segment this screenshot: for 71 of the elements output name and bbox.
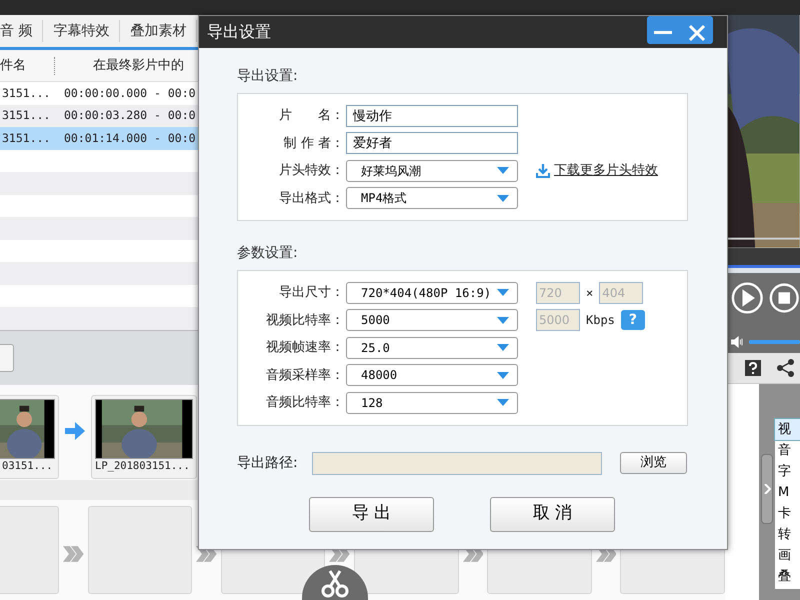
clip-label: 03151... [1,458,54,474]
caret-icon [497,344,509,352]
field-label: 片 名： [278,107,345,125]
dialog-title: 导出设置 [207,21,271,43]
chevron-right-icon [764,484,770,494]
list-item[interactable]: 音 [775,440,800,462]
cancel-button[interactable]: 取 消 [490,496,615,532]
column-header[interactable]: 件名 [0,56,54,76]
text-field[interactable]: 爱好者 [346,132,518,154]
clip-label: LP_201803151... [95,458,191,474]
field-label: 视频比特率： [265,312,345,330]
clip-thumbnail[interactable]: LP_201803151... [91,394,197,478]
table-cell-text: 3151... [1,84,52,102]
close-icon [688,24,706,42]
table-cell-text: 3151... [1,107,52,124]
list-item[interactable]: 叠 [775,566,800,588]
stop-icon [768,281,800,316]
list-item[interactable]: 转 [775,524,800,546]
list-item[interactable]: 视 [775,419,800,440]
volume-icon [731,334,743,349]
field-label: 片头特效： [278,162,345,180]
table-cell: 00:00:03.280 - 00:0 [64,107,196,124]
arrow-icon [65,420,85,442]
dropdown[interactable]: 好莱坞风潮 [346,160,518,182]
caret-icon [497,372,509,379]
browse-button[interactable]: 浏览 [620,452,687,474]
collapse-handle[interactable] [761,454,773,524]
section-title: 导出设置: [237,67,299,86]
list-item[interactable]: M [775,482,800,504]
dropdown[interactable]: 720*404(480P 16:9) [346,282,518,304]
share-icon [777,358,794,377]
clip-thumbnail[interactable]: 03151... [0,394,59,478]
field-label: 制 作 者： [282,134,345,152]
text-field[interactable]: 慢动作 [346,104,518,127]
minimize-icon [654,31,672,34]
table-cell-text: 3151... [1,130,52,147]
tab[interactable]: 字幕特效 [43,20,120,42]
caret-icon [497,289,509,296]
dropdown[interactable]: MP4格式 [346,187,518,210]
dropdown[interactable]: 25.0 [346,336,518,359]
list-item[interactable]: 卡 [775,503,800,524]
caret-icon [497,399,509,406]
list-item[interactable]: 画 [775,545,800,566]
list-item[interactable]: 字 [775,461,800,482]
dropdown[interactable]: 128 [346,392,518,414]
dropdown[interactable]: 48000 [346,364,518,386]
section-title: 参数设置: [237,244,299,263]
caret-icon [497,316,509,324]
tab[interactable]: 叠加素材 [120,20,198,42]
volume-slider-fill[interactable] [748,340,800,344]
field-label: 导出路径: [237,454,299,472]
download-icon [536,164,550,178]
column-header[interactable]: 在最终影片中的 [54,56,184,74]
toolbar-button[interactable] [0,344,14,372]
table-cell: 00:00:00.000 - 00:0 [64,84,196,102]
times-sign: × [586,284,594,302]
dropdown[interactable]: 5000 [346,309,518,332]
field-label: 视频帧速率： [265,339,345,357]
chevron-icon [63,546,84,562]
path-field[interactable] [312,452,602,474]
unit-label: Kbps [586,312,615,330]
field-label: 音频比特率： [265,394,345,412]
field-label: 音频采样率： [265,366,345,384]
field-label: 导出格式： [278,190,345,208]
play-icon [731,281,764,316]
export-button[interactable]: 导 出 [309,496,434,532]
help-icon [745,360,761,376]
tab[interactable]: 音 频 [0,20,44,42]
caret-icon [497,167,509,174]
field-label: 导出尺寸： [278,284,345,302]
table-cell: 00:01:14.000 - 00:0 [64,130,196,147]
